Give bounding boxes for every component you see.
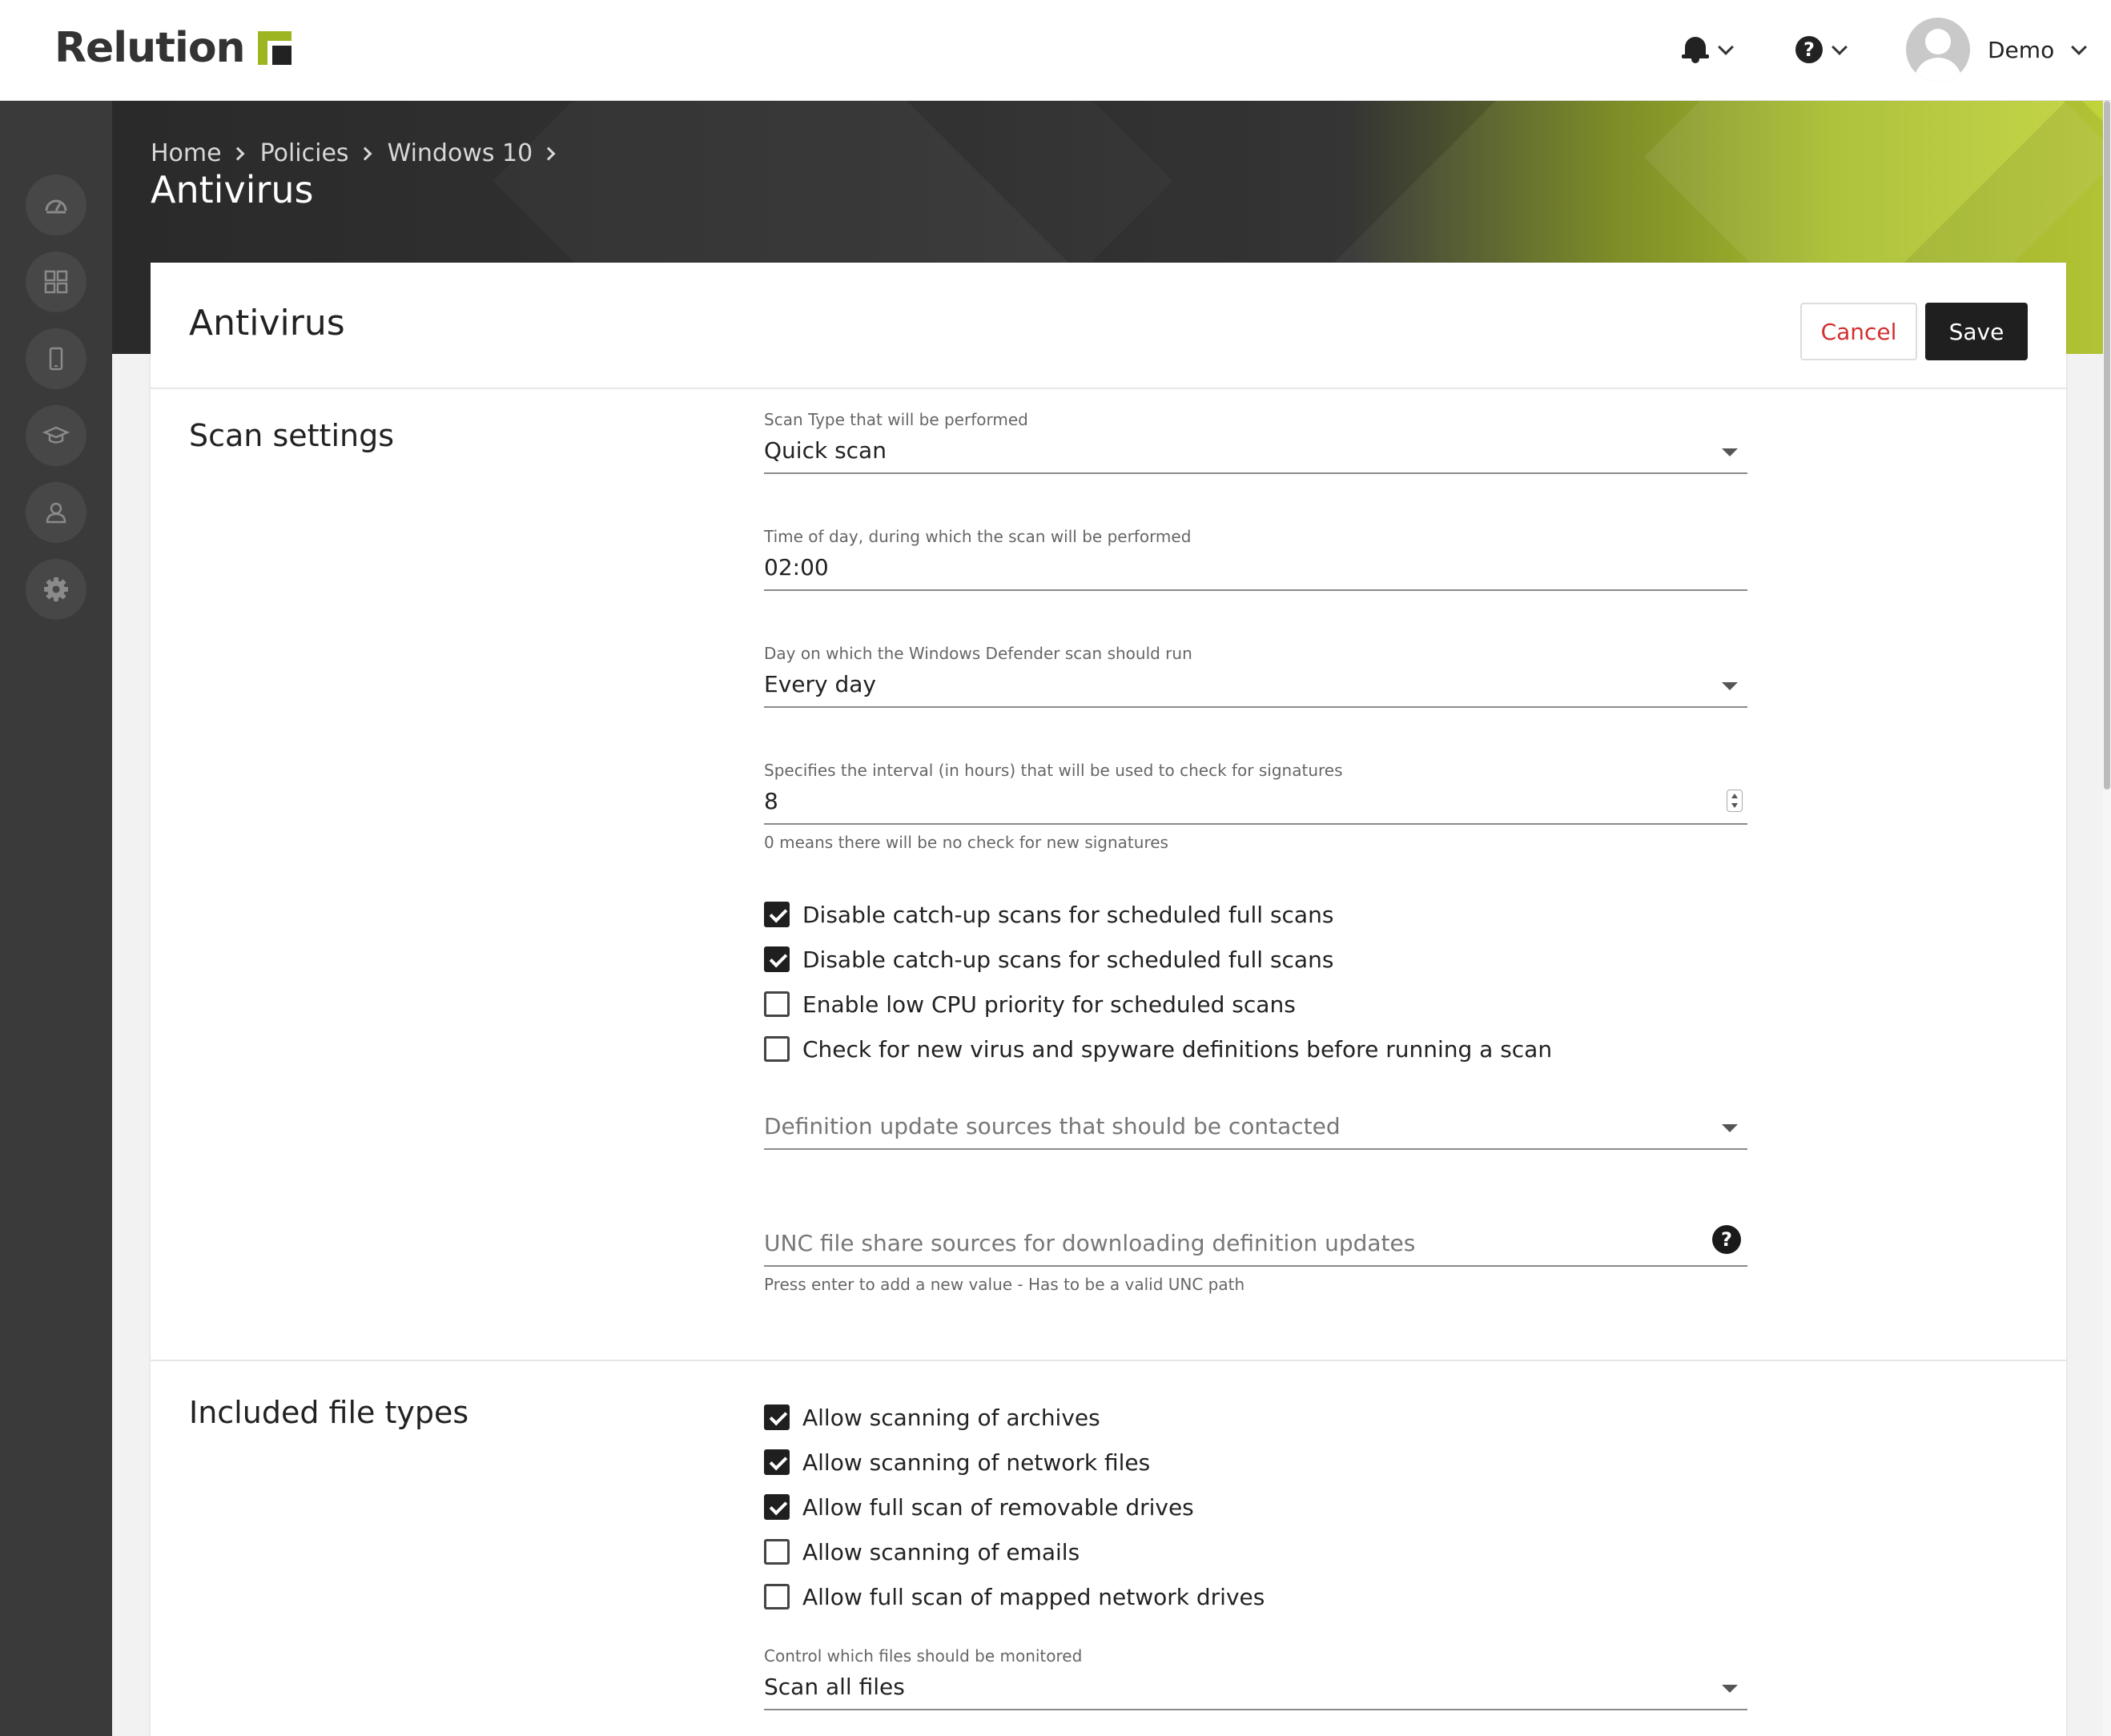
- settings-gear-icon: [44, 577, 68, 601]
- checkbox-row[interactable]: Disable catch-up scans for scheduled ful…: [764, 898, 1333, 930]
- scan-day-select[interactable]: Day on which the Windows Defender scan s…: [764, 642, 1747, 708]
- chevron-down-icon: [1718, 39, 1734, 55]
- user-menu[interactable]: Demo: [1906, 18, 2088, 82]
- education-icon: [42, 426, 70, 444]
- dropdown-arrow-icon: [1722, 1124, 1738, 1132]
- sidebar-item-settings[interactable]: [26, 559, 86, 620]
- field-value[interactable]: Every day: [764, 665, 1747, 708]
- checkbox-row[interactable]: Allow scanning of network files: [764, 1446, 1150, 1478]
- chevron-right-icon: [231, 147, 245, 160]
- checkbox-label: Enable low CPU priority for scheduled sc…: [802, 991, 1296, 1018]
- checkbox[interactable]: [764, 1584, 790, 1609]
- field-label: Day on which the Windows Defender scan s…: [764, 644, 1192, 663]
- checkbox-row[interactable]: Allow scanning of emails: [764, 1536, 1080, 1568]
- field-value[interactable]: UNC file share sources for downloading d…: [764, 1224, 1747, 1267]
- chevron-right-icon: [541, 147, 556, 160]
- scrollbar-thumb[interactable]: [2104, 101, 2110, 790]
- field-hint: 0 means there will be no check for new s…: [764, 833, 1168, 852]
- field-label: Control which files should be monitored: [764, 1646, 1083, 1666]
- checkbox[interactable]: [764, 1404, 790, 1430]
- brand-logo[interactable]: Relution: [54, 24, 292, 72]
- breadcrumb-policies[interactable]: Policies: [260, 139, 349, 167]
- brand-mark-icon: [257, 31, 292, 65]
- page-title: Antivirus: [151, 168, 314, 211]
- checkbox-label: Allow full scan of removable drives: [802, 1493, 1194, 1521]
- section-title-included-file-types: Included file types: [189, 1395, 469, 1430]
- dashboard-icon: [45, 199, 67, 214]
- checkbox-row[interactable]: Disable catch-up scans for scheduled ful…: [764, 943, 1333, 975]
- save-button[interactable]: Save: [1925, 303, 2028, 360]
- breadcrumb-home[interactable]: Home: [151, 139, 222, 167]
- field-label: Scan Type that will be performed: [764, 410, 1028, 429]
- checkbox-label: Disable catch-up scans for scheduled ful…: [802, 946, 1334, 973]
- sidebar-item-education[interactable]: [26, 405, 86, 466]
- user-avatar-icon: [1906, 18, 1970, 82]
- checkbox[interactable]: [764, 1449, 790, 1475]
- help-menu[interactable]: ?: [1795, 26, 1848, 74]
- checkbox[interactable]: [764, 1036, 790, 1062]
- chevron-right-icon: [358, 147, 372, 160]
- notifications-menu[interactable]: [1682, 26, 1734, 74]
- field-value[interactable]: Scan all files: [764, 1667, 1747, 1710]
- field-value[interactable]: 8: [764, 782, 1747, 825]
- brand-name: Relution: [54, 24, 246, 72]
- scan-type-select[interactable]: Scan Type that will be performed Quick s…: [764, 408, 1747, 474]
- checkbox-row[interactable]: Allow full scan of removable drives: [764, 1491, 1194, 1523]
- checkbox-row[interactable]: Allow full scan of mapped network drives: [764, 1581, 1265, 1613]
- apps-icon: [44, 270, 68, 294]
- checkbox-label: Allow full scan of mapped network drives: [802, 1583, 1265, 1610]
- help-question-icon: ?: [1795, 36, 1823, 63]
- policy-card: Antivirus Cancel Save Scan settings Scan…: [151, 263, 2066, 1736]
- user-icon: [46, 502, 66, 524]
- definition-update-sources-select[interactable]: Definition update sources that should be…: [764, 1107, 1747, 1150]
- cancel-button[interactable]: Cancel: [1800, 303, 1917, 360]
- field-hint: Press enter to add a new value - Has to …: [764, 1275, 1245, 1294]
- card-title: Antivirus: [189, 303, 345, 344]
- section-title-scan-settings: Scan settings: [189, 418, 394, 453]
- checkbox-label: Allow scanning of archives: [802, 1404, 1100, 1431]
- checkbox[interactable]: [764, 1494, 790, 1520]
- breadcrumb-windows-10[interactable]: Windows 10: [388, 139, 533, 167]
- field-value[interactable]: Definition update sources that should be…: [764, 1107, 1747, 1150]
- sidebar-item-devices[interactable]: [26, 328, 86, 389]
- field-value[interactable]: 02:00: [764, 548, 1747, 591]
- field-label: Time of day, during which the scan will …: [764, 527, 1192, 546]
- included-file-types-section: Included file types Allow scanning of ar…: [151, 1361, 2066, 1736]
- checkbox-label: Disable catch-up scans for scheduled ful…: [802, 901, 1334, 928]
- breadcrumb: Home Policies Windows 10: [151, 139, 571, 167]
- sidebar-item-users[interactable]: [26, 482, 86, 543]
- time-of-day-input[interactable]: Time of day, during which the scan will …: [764, 525, 1747, 591]
- checkbox-row[interactable]: Allow scanning of archives: [764, 1401, 1100, 1433]
- chevron-down-icon: [2071, 39, 2088, 55]
- sidebar-item-dashboard[interactable]: [26, 175, 86, 235]
- signature-interval-input[interactable]: Specifies the interval (in hours) that w…: [764, 759, 1747, 852]
- checkbox-label: Check for new virus and spyware definiti…: [802, 1035, 1553, 1063]
- page-scrollbar[interactable]: [2103, 101, 2111, 1736]
- help-question-icon[interactable]: ?: [1712, 1225, 1741, 1254]
- dropdown-arrow-icon: [1722, 682, 1738, 690]
- checkbox[interactable]: [764, 902, 790, 927]
- dropdown-arrow-icon: [1722, 1685, 1738, 1693]
- notification-bell-icon: [1682, 35, 1709, 64]
- dropdown-arrow-icon: [1722, 448, 1738, 456]
- checkbox-label: Allow scanning of emails: [802, 1538, 1080, 1565]
- checkbox[interactable]: [764, 991, 790, 1017]
- user-name: Demo: [1988, 36, 2055, 63]
- field-value[interactable]: Quick scan: [764, 431, 1747, 474]
- card-header: Antivirus Cancel Save: [151, 263, 2066, 389]
- monitor-files-select[interactable]: Control which files should be monitored …: [764, 1645, 1747, 1710]
- chevron-down-icon: [1832, 39, 1848, 55]
- checkbox-label: Allow scanning of network files: [802, 1449, 1151, 1476]
- unc-sources-input[interactable]: UNC file share sources for downloading d…: [764, 1224, 1747, 1294]
- checkbox-row[interactable]: Enable low CPU priority for scheduled sc…: [764, 988, 1296, 1020]
- number-stepper-icon[interactable]: [1727, 790, 1743, 812]
- sidebar-item-apps[interactable]: [26, 251, 86, 312]
- checkbox[interactable]: [764, 1539, 790, 1565]
- checkbox-row[interactable]: Check for new virus and spyware definiti…: [764, 1033, 1552, 1065]
- field-label: Specifies the interval (in hours) that w…: [764, 761, 1343, 780]
- top-bar: Relution ? Demo: [0, 0, 2111, 101]
- checkbox[interactable]: [764, 946, 790, 972]
- sidebar-nav: [0, 101, 112, 1736]
- device-icon: [49, 347, 63, 371]
